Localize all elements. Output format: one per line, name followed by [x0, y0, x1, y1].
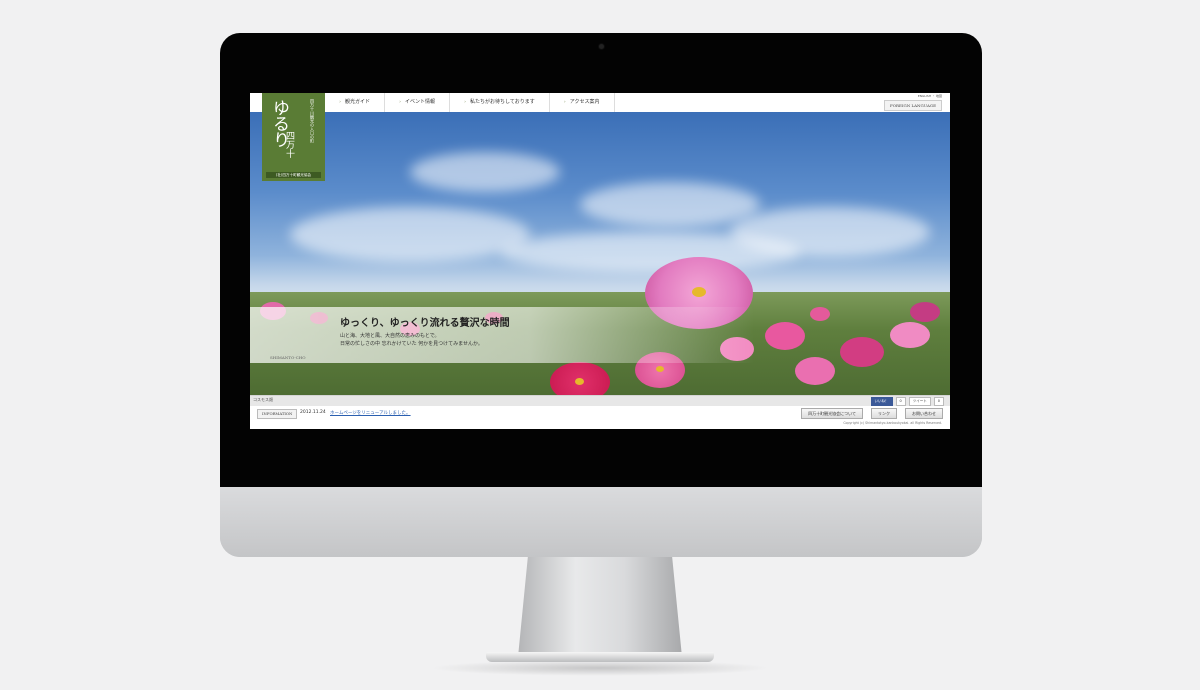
nav-item-label: アクセス案内 [569, 99, 600, 105]
information-date: 2012.11.24 [300, 410, 326, 415]
camera-icon [599, 44, 604, 49]
information-link[interactable]: ホームページをリニューアルしました。 [330, 410, 411, 416]
chevron-right-icon: › [339, 99, 341, 105]
links-button[interactable]: リンク [871, 408, 897, 419]
foreign-language-button[interactable]: FOREIGN LANGUAGE [883, 100, 942, 111]
nav-item-label: 私たちがお待ちしております [470, 99, 535, 105]
copyright: Copyright (c) Shimantotyo-kankoukyokai. … [843, 421, 942, 425]
tweet-button[interactable]: ツイート [908, 397, 931, 406]
site-logo[interactable]: ゆるり 四万十 四万十川観光の入口の町 (社)四万十町観光協会 [262, 93, 325, 181]
hero-body: 山と海、大地と風、大自然の恵みのもとで。 日常の忙しさの中 忘れかけていた 何か… [340, 332, 483, 348]
hero-title: ゆっくり、ゆっくり流れる贅沢な時間 [340, 318, 510, 329]
monitor-stand-neck [518, 557, 682, 657]
photo-label: コスモス畑 [253, 397, 273, 402]
about-association-button[interactable]: 四万十町観光協会について [801, 408, 863, 419]
chevron-right-icon: › [464, 99, 467, 105]
logo-tagline: 四万十川観光の入口の町 [310, 99, 315, 143]
hero-body-line: 日常の忙しさの中 忘れかけていた 何かを見つけてみませんか。 [340, 341, 483, 347]
share-buttons: いいね！ 0 ツイート 0 [870, 397, 944, 406]
logo-association: (社)四万十町観光協会 [266, 172, 321, 178]
nav-item-events[interactable]: › イベント情報 [385, 93, 451, 112]
contact-button[interactable]: お問い合わせ [905, 408, 943, 419]
website-screen: ゆるり 四万十 四万十川観光の入口の町 (社)四万十町観光協会 › 観光ガイド … [250, 93, 950, 429]
monitor-stand-base [486, 652, 714, 662]
nav-item-access[interactable]: › アクセス案内 [550, 93, 615, 112]
monitor-chin [220, 487, 982, 557]
nav-item-label: 観光ガイド [345, 99, 371, 105]
hero-body-line: 山と海、大地と風、大自然の恵みのもとで。 [340, 333, 440, 339]
nav-item-guide[interactable]: › 観光ガイド [325, 93, 386, 112]
photo-bar: コスモス畑 いいね！ 0 ツイート 0 [250, 395, 950, 406]
hero-small-caption: SHIMANTO-CHO [270, 355, 306, 360]
chevron-right-icon: › [399, 99, 402, 105]
information-label: INFORMATION [257, 409, 298, 419]
nav-item-label: イベント情報 [405, 99, 436, 105]
facebook-like-button[interactable]: いいね！ [870, 397, 893, 406]
main-nav: › 観光ガイド › イベント情報 › 私たちがお待ちしております › アクセス案… [325, 93, 615, 112]
tweet-count: 0 [933, 397, 944, 406]
nav-item-welcome[interactable]: › 私たちがお待ちしております [450, 93, 550, 112]
footer-buttons: 四万十町観光協会について リンク お問い合わせ [801, 408, 943, 419]
top-links[interactable]: ENGLISH ・ 地図 [918, 94, 942, 98]
like-count: 0 [895, 397, 906, 406]
logo-place: 四万十 [284, 131, 294, 158]
monitor-shadow [430, 660, 770, 676]
chevron-right-icon: › [563, 99, 566, 105]
